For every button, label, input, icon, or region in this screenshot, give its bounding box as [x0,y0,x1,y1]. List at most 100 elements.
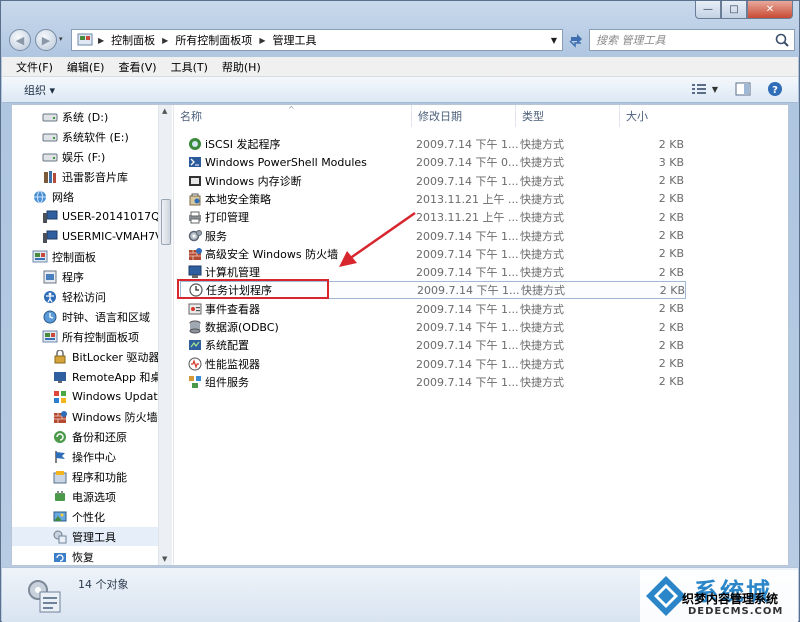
file-type: 快捷方式 [520,339,564,353]
file-size: 2 KB [658,375,684,389]
file-name-cell: 事件查看器 [188,301,260,317]
nav-item[interactable]: 娱乐 (F:) [42,147,105,166]
nav-item[interactable]: 系统 (D:) [42,107,108,126]
nav-item[interactable]: Windows 防火墙 [52,407,158,426]
file-row[interactable]: 性能监视器 2009.7.14 下午 1... 快捷方式 2 KB [180,355,686,373]
nav-item[interactable]: 迅雷影音片库 [42,167,128,186]
preview-pane-icon[interactable] [734,81,752,97]
nav-item[interactable]: Windows Update [52,387,158,406]
programs-icon [42,270,58,284]
file-row[interactable]: iSCSI 发起程序 2009.7.14 下午 1... 快捷方式 2 KB [180,135,686,153]
file-row[interactable]: 本地安全策略 2013.11.21 上午 ... 快捷方式 2 KB [180,190,686,208]
nav-item-label: 程序 [62,270,84,284]
nav-item[interactable]: USER-20141017QI [42,207,158,226]
nav-item[interactable]: RemoteApp 和桌面 [52,367,158,386]
forward-button[interactable]: ▶ [35,29,57,51]
file-date: 2009.7.14 下午 1... [416,138,519,151]
scroll-up-icon[interactable]: ▲ [162,107,167,115]
nav-item-label: 操作中心 [72,450,116,464]
nav-item-label: 所有控制面板项 [62,330,139,344]
breadcrumb-separator-icon[interactable]: ▶ [162,36,168,45]
personalize-icon [52,510,68,524]
scroll-down-icon[interactable]: ▼ [162,555,167,563]
nav-item[interactable]: 恢复 [52,547,94,565]
breadcrumb-separator-icon: ▶ [98,35,105,45]
nav-item[interactable]: 程序和功能 [52,467,127,486]
file-date: 2009.7.14 下午 1... [416,266,519,280]
file-row[interactable]: 系统配置 2009.7.14 下午 1... 快捷方式 2 KB [180,336,686,354]
file-row[interactable]: 组件服务 2009.7.14 下午 1... 快捷方式 2 KB [180,373,686,391]
file-size: 2 KB [658,265,684,279]
file-date: 2009.7.14 下午 1... [416,375,519,389]
odbc-icon [188,320,202,334]
file-name: 系统配置 [205,339,249,353]
file-date: 2013.11.21 上午 ... [416,192,519,206]
back-button[interactable]: ◀ [9,29,31,51]
file-row[interactable]: 数据源(ODBC) 2009.7.14 下午 1... 快捷方式 2 KB [180,318,686,336]
help-icon[interactable]: ? [766,81,784,97]
address-dropdown-icon[interactable]: ▼ [546,30,562,50]
nav-item[interactable]: 轻松访问 [42,287,106,306]
navigation-scrollbar[interactable]: ▲ ▼ [158,105,172,565]
file-type: 快捷方式 [520,266,564,280]
file-row[interactable]: 服务 2009.7.14 下午 1... 快捷方式 2 KB [180,227,686,245]
menu-file[interactable]: 文件(F) [16,59,53,75]
nav-item[interactable]: 管理工具 [12,527,158,546]
search-icon[interactable] [774,32,790,48]
file-row[interactable]: Windows PowerShell Modules 2009.7.14 下午 0… [180,153,686,171]
nav-item[interactable]: 备份和还原 [52,427,127,446]
nav-item[interactable]: 系统软件 (E:) [42,127,129,146]
close-button[interactable]: ✕ [747,1,793,19]
view-options-icon[interactable] [690,81,708,97]
nav-item[interactable]: 个性化 [52,507,105,526]
view-dropdown-icon[interactable]: ▼ [712,85,718,94]
nav-item-label: 轻松访问 [62,290,106,304]
breadcrumb-item[interactable]: 所有控制面板项 [175,32,252,48]
file-date: 2009.7.14 下午 1... [417,284,520,298]
nav-item[interactable]: 时钟、语言和区域 [42,307,150,326]
maximize-button[interactable]: □ [721,1,747,19]
file-row[interactable]: Windows 内存诊断 2009.7.14 下午 1... 快捷方式 2 KB [180,172,686,190]
refresh-icon[interactable] [565,29,587,51]
windows-update-icon [52,390,68,404]
nav-item[interactable]: USERMIC-VMAH7V [42,227,158,246]
file-type: 快捷方式 [520,138,564,151]
breadcrumb-item[interactable]: 管理工具 [272,32,316,48]
nav-item[interactable]: 程序 [42,267,84,286]
recent-pages-dropdown-icon[interactable]: ▾ [59,35,63,43]
address-bar[interactable]: ▶ 控制面板 ▶ 所有控制面板项 ▶ 管理工具 ▼ [71,29,563,51]
menu-view[interactable]: 查看(V) [118,59,156,75]
file-list: 名称 ^ 修改日期 类型 大小 iSCSI 发起程序 2009.7.14 下午 1… [173,105,788,565]
menu-tools[interactable]: 工具(T) [171,59,208,75]
nav-item-label: 电源选项 [72,490,116,504]
file-size: 2 KB [658,302,684,316]
nav-item[interactable]: 控制面板 [32,247,96,266]
scrollbar-thumb[interactable] [161,199,171,245]
nav-item[interactable]: BitLocker 驱动器加 [52,347,158,366]
file-type: 快捷方式 [520,174,564,188]
breadcrumb-separator-icon[interactable]: ▶ [259,36,265,45]
file-row[interactable]: 高级安全 Windows 防火墙 2009.7.14 下午 1... 快捷方式 2 K… [180,245,686,263]
file-row[interactable]: 事件查看器 2009.7.14 下午 1... 快捷方式 2 KB [180,300,686,318]
system-config-icon [188,338,202,352]
menu-help[interactable]: 帮助(H) [222,59,261,75]
file-size: 2 KB [658,247,684,261]
file-name: Windows 内存诊断 [205,174,302,188]
file-type: 快捷方式 [520,321,564,334]
search-input[interactable]: 搜索 管理工具 [589,29,795,51]
column-header-date[interactable]: 修改日期 [412,105,516,127]
minimize-button[interactable]: — [695,1,721,19]
column-header-type[interactable]: 类型 [516,105,620,127]
organize-button[interactable]: 组织 ▾ [24,82,55,98]
nav-item[interactable]: 电源选项 [52,487,116,506]
nav-item[interactable]: 网络 [32,187,74,206]
nav-item[interactable]: 操作中心 [52,447,116,466]
nav-item[interactable]: 所有控制面板项 [42,327,139,346]
breadcrumb-item[interactable]: 控制面板 [111,32,155,48]
file-row[interactable]: 打印管理 2013.11.21 上午 ... 快捷方式 2 KB [180,208,686,226]
file-size: 2 KB [659,283,685,297]
column-header-name[interactable]: 名称 ^ [174,105,412,127]
column-header-size[interactable]: 大小 [620,105,690,127]
annotation-arrow-icon [339,211,416,267]
menu-edit[interactable]: 编辑(E) [67,59,105,75]
